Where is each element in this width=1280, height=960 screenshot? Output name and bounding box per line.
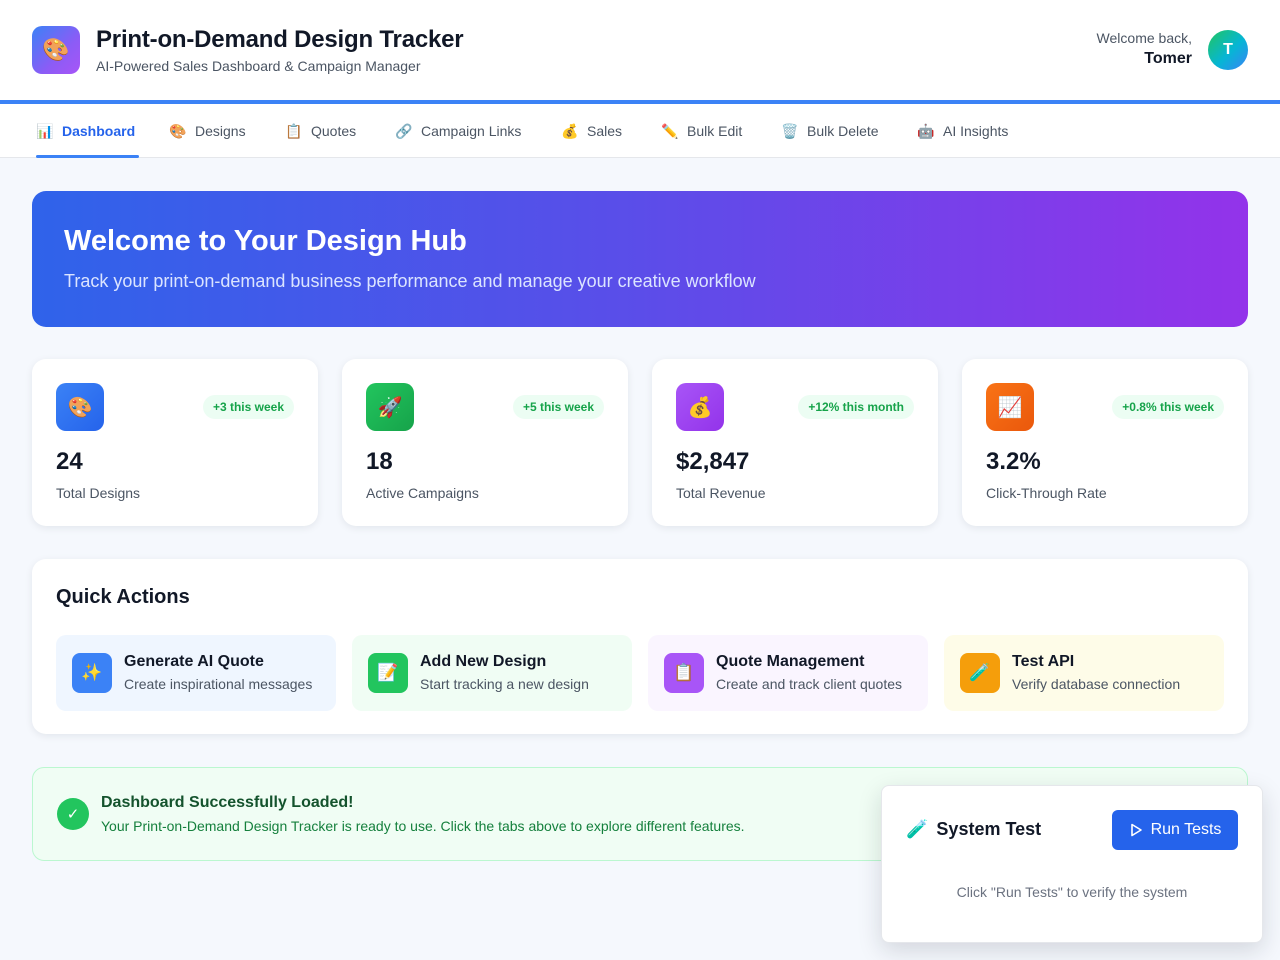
- quick-actions-title: Quick Actions: [56, 586, 190, 608]
- stat-label: Click-Through Rate: [986, 485, 1107, 501]
- stat-card-total-designs: 🎨 +3 this week 24 Total Designs: [32, 359, 318, 526]
- tab-dashboard[interactable]: 📊 Dashboard: [36, 104, 140, 158]
- tab-bulk-delete[interactable]: 🗑️ Bulk Delete: [781, 104, 879, 158]
- stat-badge: +0.8% this week: [1112, 395, 1224, 419]
- palette-icon: 🎨: [169, 122, 187, 139]
- alert-text: Your Print-on-Demand Design Tracker is r…: [101, 818, 745, 834]
- tab-label: Dashboard: [62, 123, 136, 139]
- palette-icon: 🎨: [32, 26, 80, 74]
- tab-label: Designs: [195, 123, 246, 139]
- stat-card-active-campaigns: 🚀 +5 this week 18 Active Campaigns: [342, 359, 628, 526]
- banner-text: Track your print-on-demand business perf…: [64, 271, 756, 291]
- stat-label: Total Designs: [56, 485, 141, 501]
- action-description: Create and track client quotes: [716, 676, 902, 692]
- trash-icon: 🗑️: [781, 122, 799, 139]
- quote-management-button[interactable]: 📋 Quote Management Create and track clie…: [648, 635, 928, 711]
- bar-chart-icon: 📊: [36, 122, 54, 139]
- system-test-hint: Click "Run Tests" to verify the system: [956, 884, 1188, 900]
- stat-label: Total Revenue: [676, 485, 766, 501]
- stat-value: 3.2%: [986, 448, 1041, 475]
- action-name: Test API: [1012, 653, 1075, 670]
- money-bag-icon: 💰: [676, 383, 724, 431]
- avatar[interactable]: T: [1208, 30, 1248, 70]
- tab-ai-insights[interactable]: 🤖 AI Insights: [917, 104, 1008, 158]
- stat-badge: +3 this week: [202, 395, 294, 419]
- app-title: Print-on-Demand Design Tracker: [96, 26, 464, 53]
- sparkles-icon: ✨: [72, 653, 112, 693]
- tab-label: Quotes: [311, 123, 357, 139]
- stat-value: 18: [366, 448, 393, 475]
- tab-label: Bulk Delete: [807, 123, 879, 139]
- clipboard-icon: 📋: [285, 122, 303, 139]
- money-bag-icon: 💰: [561, 122, 579, 139]
- generate-ai-quote-button[interactable]: ✨ Generate AI Quote Create inspirational…: [56, 635, 336, 711]
- tab-quotes[interactable]: 📋 Quotes: [285, 104, 356, 158]
- tab-label: Sales: [587, 123, 623, 139]
- tab-designs[interactable]: 🎨 Designs: [169, 104, 246, 158]
- app-header: 🎨 Print-on-Demand Design Tracker AI-Powe…: [0, 0, 1280, 100]
- tab-label: Bulk Edit: [687, 123, 743, 139]
- run-tests-button[interactable]: Run Tests: [1112, 810, 1238, 850]
- alert-title: Dashboard Successfully Loaded!: [101, 794, 354, 811]
- quick-actions-panel: Quick Actions ✨ Generate AI Quote Create…: [32, 559, 1248, 734]
- tab-label: AI Insights: [943, 123, 1009, 139]
- action-name: Quote Management: [716, 653, 865, 670]
- app-subtitle: AI-Powered Sales Dashboard & Campaign Ma…: [96, 58, 421, 74]
- stat-label: Active Campaigns: [366, 485, 479, 501]
- stat-card-click-through-rate: 📈 +0.8% this week 3.2% Click-Through Rat…: [962, 359, 1248, 526]
- tab-bulk-edit[interactable]: ✏️ Bulk Edit: [661, 104, 742, 158]
- action-description: Verify database connection: [1012, 676, 1181, 692]
- user-name: Tomer: [1144, 50, 1192, 67]
- stat-value: $2,847: [676, 448, 750, 475]
- system-test-panel: 🧪 System Test Run Tests Click "Run Tests…: [881, 785, 1263, 943]
- action-description: Start tracking a new design: [420, 676, 589, 692]
- system-test-title: 🧪 System Test: [906, 819, 1041, 840]
- tab-label: Campaign Links: [421, 123, 522, 139]
- test-api-button[interactable]: 🧪 Test API Verify database connection: [944, 635, 1224, 711]
- stat-card-total-revenue: 💰 +12% this month $2,847 Total Revenue: [652, 359, 938, 526]
- stat-badge: +5 this week: [512, 395, 604, 419]
- action-name: Generate AI Quote: [124, 653, 264, 670]
- test-tube-icon: 🧪: [960, 653, 1000, 693]
- check-icon: ✓: [57, 798, 89, 830]
- link-icon: 🔗: [395, 122, 413, 139]
- play-icon: [1130, 823, 1142, 837]
- main-nav: 📊 Dashboard 🎨 Designs 📋 Quotes 🔗 Campaig…: [0, 104, 1280, 158]
- clipboard-icon: 📋: [664, 653, 704, 693]
- stat-value: 24: [56, 448, 83, 475]
- trend-up-icon: 📈: [986, 383, 1034, 431]
- welcome-text: Welcome back,: [1096, 30, 1192, 46]
- action-name: Add New Design: [420, 653, 547, 670]
- banner-title: Welcome to Your Design Hub: [64, 225, 467, 257]
- welcome-banner: Welcome to Your Design Hub Track your pr…: [32, 191, 1248, 327]
- test-tube-icon: 🧪: [906, 819, 929, 839]
- run-tests-label: Run Tests: [1150, 821, 1222, 838]
- tab-sales[interactable]: 💰 Sales: [561, 104, 622, 158]
- rocket-icon: 🚀: [366, 383, 414, 431]
- stat-badge: +12% this month: [798, 395, 914, 419]
- memo-icon: 📝: [368, 653, 408, 693]
- palette-icon: 🎨: [56, 383, 104, 431]
- robot-icon: 🤖: [917, 122, 935, 139]
- tab-campaign-links[interactable]: 🔗 Campaign Links: [395, 104, 521, 158]
- pencil-icon: ✏️: [661, 122, 679, 139]
- system-test-label: System Test: [936, 819, 1042, 839]
- action-description: Create inspirational messages: [124, 676, 313, 692]
- add-new-design-button[interactable]: 📝 Add New Design Start tracking a new de…: [352, 635, 632, 711]
